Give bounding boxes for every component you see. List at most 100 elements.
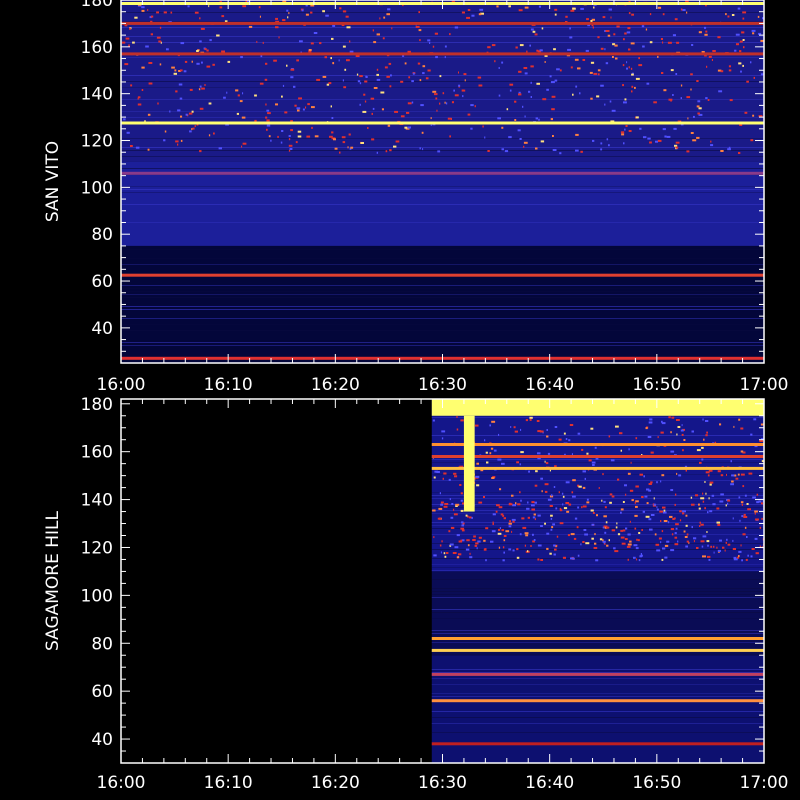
- speckle-mark: [196, 62, 200, 65]
- emission-line: [431, 443, 764, 446]
- speckle-mark: [568, 439, 571, 442]
- speckle-mark: [451, 503, 454, 505]
- channel-stripe: [431, 495, 764, 496]
- channel-stripe: [431, 522, 764, 523]
- speckle-mark: [466, 16, 470, 19]
- speckle-mark: [717, 470, 721, 473]
- channel-stripe: [121, 99, 764, 100]
- speckle-mark: [242, 142, 247, 145]
- speckle-mark: [589, 71, 593, 74]
- speckle-mark: [656, 508, 659, 511]
- speckle-mark: [313, 32, 318, 34]
- channel-stripe: [121, 192, 764, 193]
- speckle-mark: [177, 143, 179, 146]
- speckle-mark: [742, 17, 745, 20]
- speckle-mark: [528, 90, 531, 93]
- speckle-mark: [702, 418, 704, 421]
- channel-stripe: [431, 711, 764, 712]
- speckle-mark: [331, 117, 334, 119]
- speckle-mark: [583, 529, 587, 531]
- speckle-mark: [663, 509, 666, 512]
- speckle-mark: [461, 11, 465, 14]
- speckle-mark: [501, 462, 505, 465]
- speckle-mark: [686, 540, 689, 543]
- speckle-mark: [476, 484, 480, 487]
- speckle-mark: [556, 68, 560, 71]
- speckle-mark: [383, 16, 386, 19]
- speckle-mark: [582, 470, 586, 473]
- speckle-mark: [616, 25, 620, 28]
- speckle-mark: [574, 58, 579, 61]
- speckle-mark: [655, 543, 660, 546]
- speckle-mark: [208, 5, 210, 8]
- speckle-mark: [561, 492, 564, 495]
- speckle-mark: [693, 115, 695, 118]
- speckle-mark: [673, 127, 677, 130]
- speckle-mark: [364, 100, 367, 103]
- speckle-mark: [191, 60, 193, 63]
- speckle-mark: [549, 75, 552, 78]
- speckle-mark: [653, 503, 656, 506]
- channel-stripe: [121, 288, 764, 289]
- speckle-mark: [518, 70, 522, 73]
- speckle-mark: [679, 519, 682, 522]
- speckle-mark: [296, 107, 301, 110]
- speckle-mark: [530, 81, 532, 84]
- speckle-mark: [376, 151, 378, 154]
- x-tick-label: 16:50: [632, 773, 681, 793]
- speckle-mark: [738, 152, 741, 154]
- speckle-mark: [508, 5, 511, 8]
- speckle-mark: [332, 24, 336, 27]
- speckle-mark: [296, 59, 299, 62]
- speckle-mark: [662, 13, 665, 16]
- speckle-mark: [641, 529, 643, 531]
- speckle-mark: [649, 418, 653, 421]
- speckle-mark: [199, 107, 204, 110]
- speckle-mark: [544, 483, 549, 486]
- speckle-mark: [524, 72, 528, 75]
- channel-stripe: [431, 609, 764, 610]
- speckle-mark: [432, 509, 436, 512]
- intensity-band: [431, 399, 764, 572]
- speckle-mark: [740, 473, 745, 476]
- speckle-mark: [173, 72, 177, 75]
- speckle-mark: [582, 486, 586, 489]
- speckle-mark: [379, 17, 381, 20]
- speckle-mark: [478, 501, 483, 504]
- speckle-mark: [530, 545, 532, 547]
- speckle-mark: [199, 85, 202, 88]
- speckle-mark: [240, 56, 243, 59]
- channel-stripe: [431, 717, 764, 718]
- speckle-mark: [562, 556, 566, 559]
- speckle-mark: [717, 549, 721, 552]
- speckle-mark: [518, 93, 522, 96]
- speckle-mark: [613, 33, 616, 36]
- speckle-mark: [281, 130, 284, 132]
- speckle-mark: [660, 541, 662, 544]
- speckle-mark: [657, 6, 662, 9]
- speckle-mark: [575, 85, 578, 88]
- speckle-mark: [259, 82, 264, 85]
- speckle-mark: [376, 33, 380, 36]
- speckle-mark: [322, 75, 327, 78]
- speckle-mark: [563, 432, 566, 435]
- speckle-mark: [484, 439, 486, 442]
- speckle-mark: [311, 126, 313, 129]
- channel-stripe: [431, 498, 764, 499]
- speckle-mark: [708, 558, 711, 561]
- speckle-mark: [580, 150, 583, 153]
- speckle-mark: [634, 86, 636, 89]
- speckle-mark: [663, 520, 668, 522]
- channel-stripe: [431, 534, 764, 535]
- y-tick-label: 40: [91, 730, 113, 750]
- speckle-mark: [650, 514, 655, 516]
- speckle-mark: [616, 522, 618, 525]
- speckle-mark: [148, 82, 153, 85]
- speckle-mark: [519, 533, 522, 536]
- speckle-mark: [546, 547, 549, 550]
- speckle-mark: [660, 520, 662, 522]
- speckle-mark: [646, 488, 650, 491]
- speckle-mark: [531, 501, 535, 504]
- speckle-mark: [614, 44, 618, 47]
- speckle-mark: [459, 484, 462, 486]
